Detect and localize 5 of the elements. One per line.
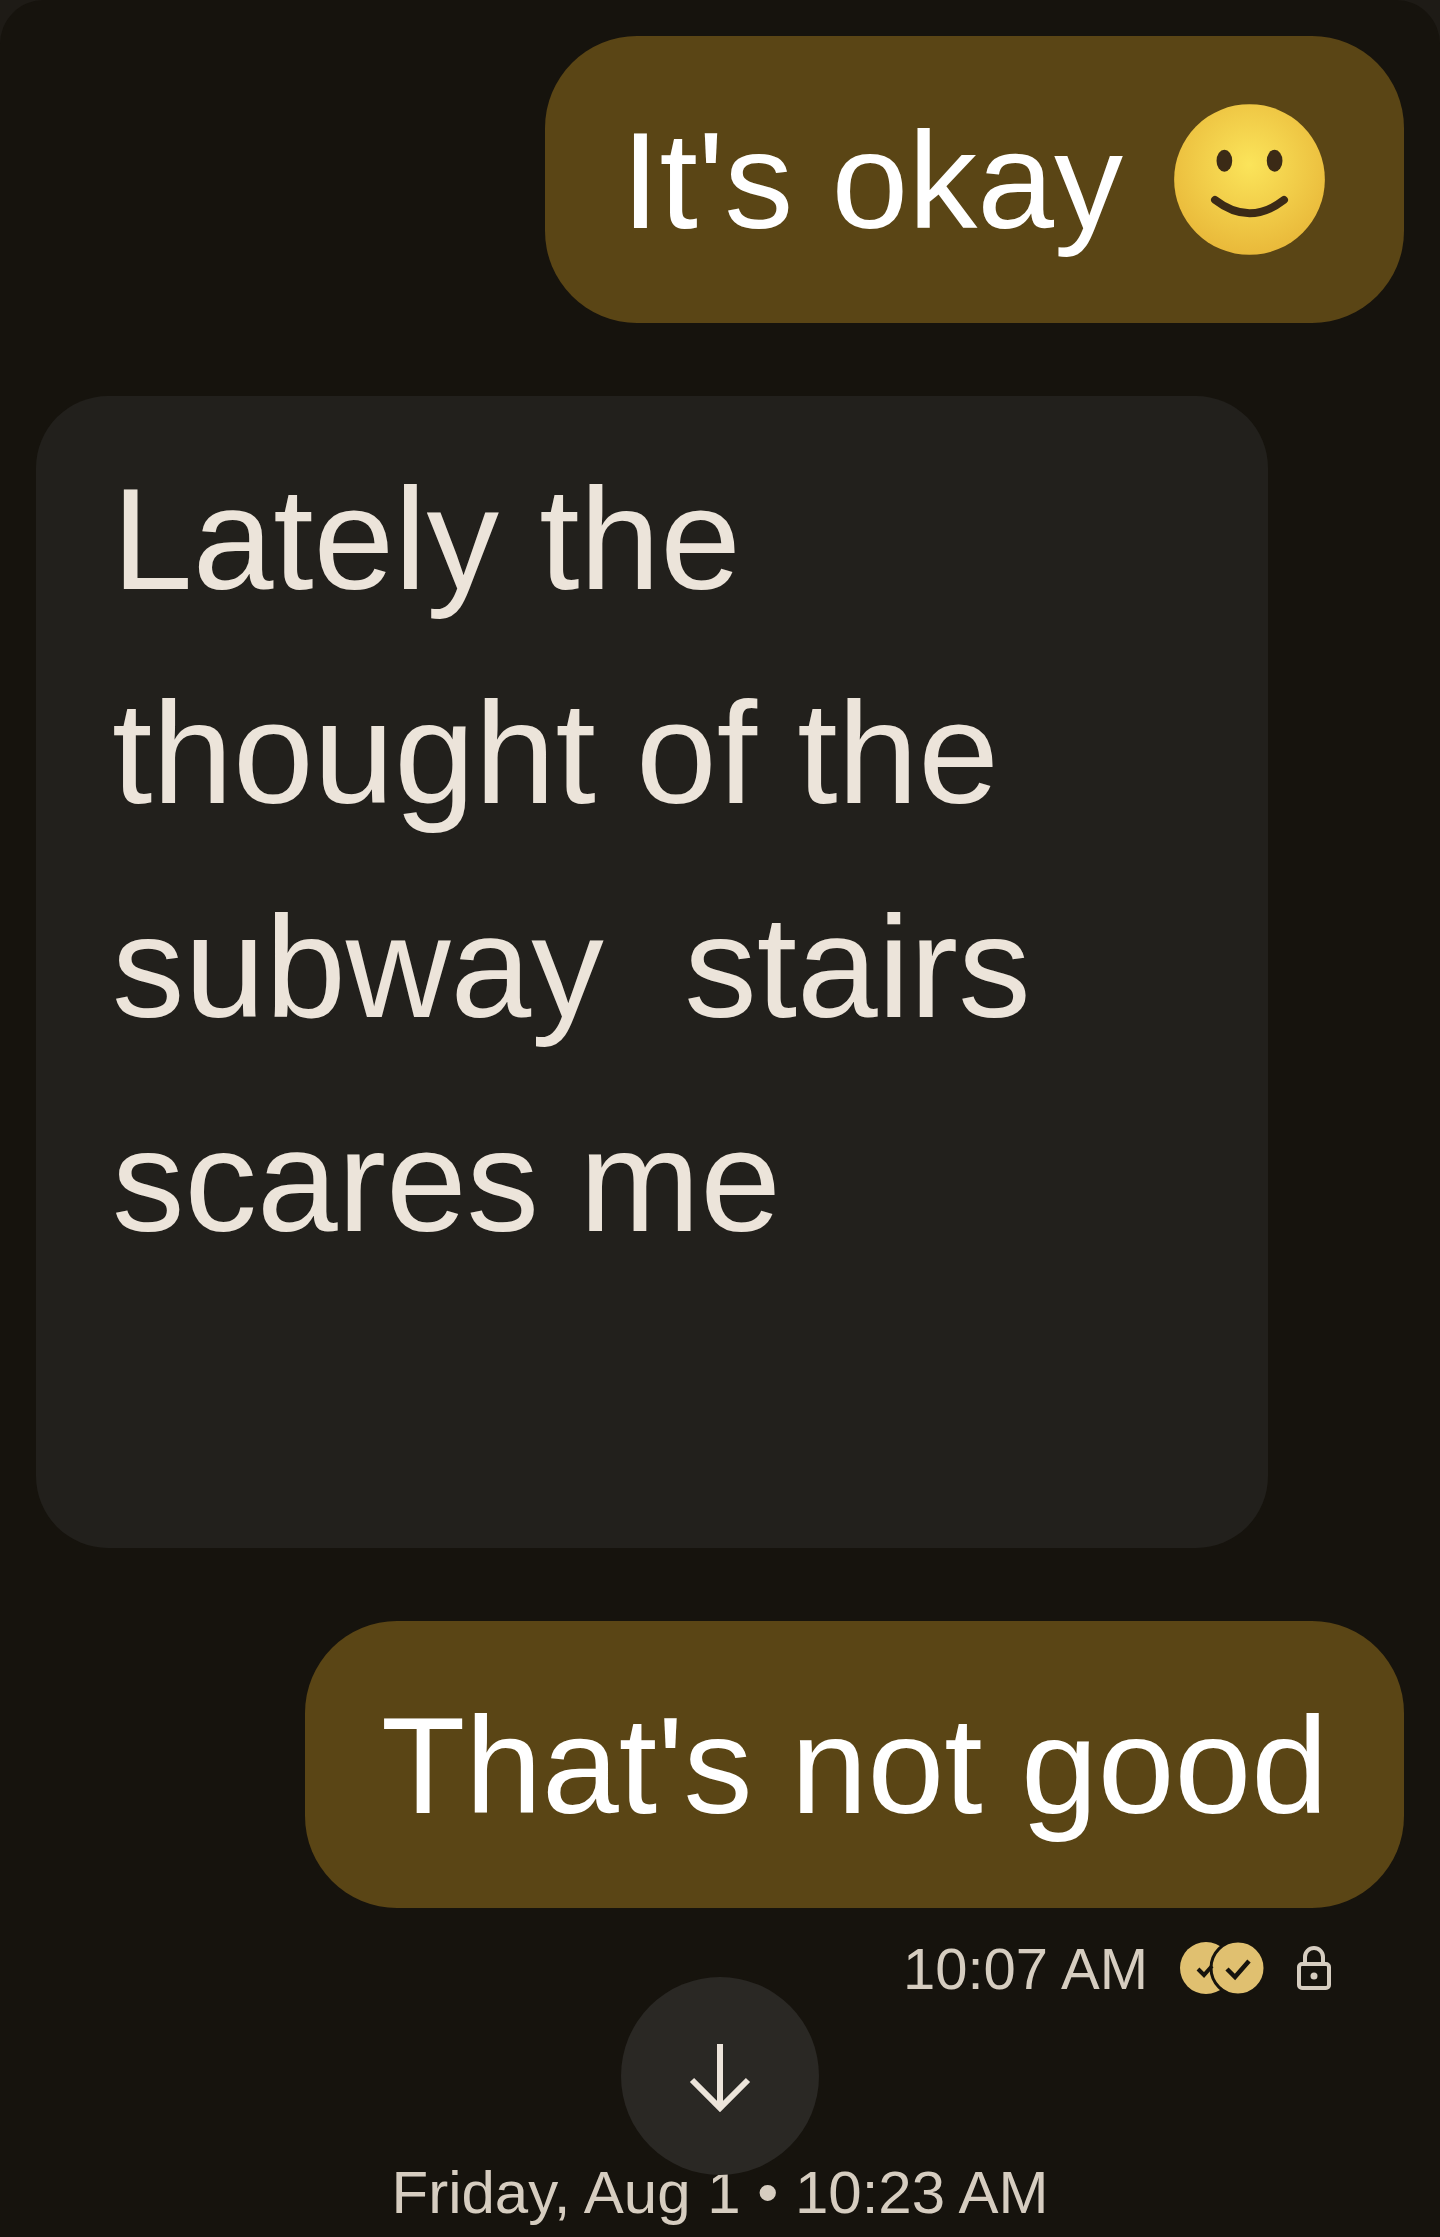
date-divider: Friday, Aug 1 • 10:23 AM	[391, 2158, 1049, 2228]
message-text: It's okay	[621, 101, 1123, 259]
message-text: That's not good	[381, 1686, 1328, 1844]
message-time: 10:07 AM	[902, 1934, 1148, 2002]
message-text: Lately the thought of the subway stairs scares me	[112, 457, 1032, 1264]
